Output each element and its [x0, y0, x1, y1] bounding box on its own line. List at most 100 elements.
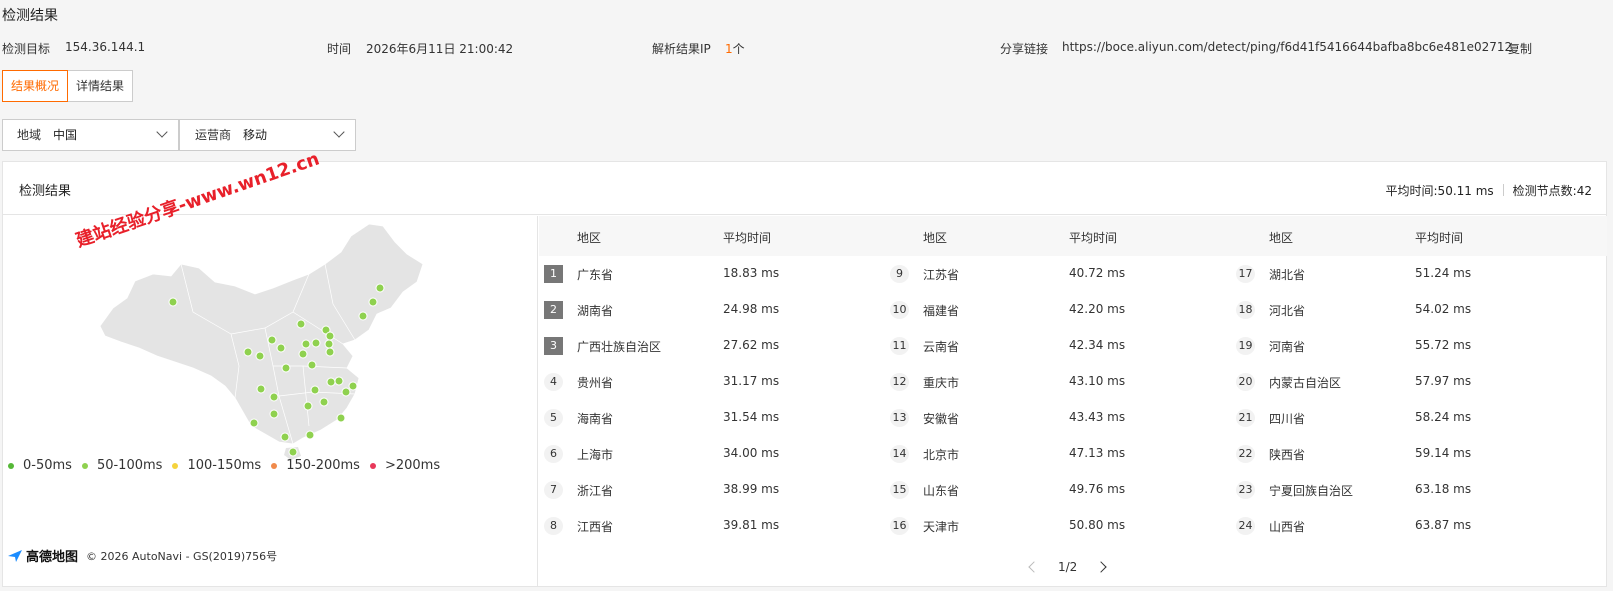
table-row: 2 湖南省 24.98 ms 10 福建省 42.20 ms 18 河北省 54.02 ms — [539, 292, 1607, 328]
china-map[interactable] — [3, 216, 538, 587]
region-name: 广西壮族自治区 — [577, 340, 662, 354]
legend-label: 100-150ms — [187, 458, 262, 473]
region-name: 海南省 — [577, 412, 614, 426]
region-name: 湖北省 — [1269, 268, 1306, 282]
legend-dot — [8, 462, 14, 469]
map-area[interactable] — [3, 216, 538, 587]
region-name: 北京市 — [923, 448, 960, 462]
ip-unit: 个 — [732, 42, 745, 56]
carrier-select-label: 运营商 — [195, 128, 232, 142]
region-name: 福建省 — [923, 304, 960, 318]
share-url: https://boce.aliyun.com/detect/ping/f6d4… — [1062, 40, 1513, 54]
rank-badge: 1 — [544, 265, 563, 283]
legend-item: 0-50ms — [8, 458, 72, 473]
rank-badge: 3 — [544, 337, 563, 355]
avg-time-value: 55.72 ms — [1415, 338, 1472, 352]
legend-label: 150-200ms — [286, 458, 360, 473]
region-name: 安徽省 — [923, 412, 960, 426]
rank-badge: 15 — [890, 481, 909, 499]
rank-badge: 7 — [544, 481, 563, 499]
tab-details[interactable]: 详情结果 — [68, 70, 134, 102]
rank-badge: 23 — [1236, 481, 1255, 499]
result-panel: 检测结果 平均时间:50.11 ms 检测节点数:42 地区 平均时间 地区 平… — [2, 161, 1607, 587]
map-copyright: © 2026 AutoNavi - GS(2019)756号 — [86, 549, 278, 563]
legend-item: 100-150ms — [172, 458, 261, 473]
table-row: 7 浙江省 38.99 ms 15 山东省 49.76 ms 23 宁夏回族自治区 63.18 … — [539, 472, 1607, 508]
table-body: 1 广东省 18.83 ms 9 江苏省 40.72 ms 17 湖北省 51.24 ms 2 湖南… — [539, 256, 1607, 544]
china-map-shape — [99, 223, 424, 445]
table-row: 8 江西省 39.81 ms 16 天津市 50.80 ms 24 山西省 63.87 ms — [539, 508, 1607, 544]
legend-dot — [271, 462, 278, 469]
prev-page-icon[interactable] — [1028, 561, 1040, 573]
region-name: 山西省 — [1269, 520, 1306, 534]
rank-badge: 6 — [544, 445, 563, 463]
pagination: 1/2 — [1028, 560, 1107, 574]
avg-time-value: 57.97 ms — [1415, 374, 1472, 388]
legend-dot — [172, 462, 179, 469]
rank-badge: 10 — [890, 301, 909, 319]
region-name: 陕西省 — [1269, 448, 1306, 462]
col-header-time: 平均时间 — [1069, 231, 1118, 245]
legend-label: 50-100ms — [96, 458, 163, 473]
region-name: 天津市 — [923, 520, 960, 534]
region-name: 浙江省 — [577, 484, 614, 498]
ip-result: 1个 — [725, 40, 745, 57]
ip-label: 解析结果IP — [652, 42, 711, 56]
result-tabs: 结果概况 详情结果 — [2, 70, 134, 102]
legend-label: 0-50ms — [23, 458, 72, 473]
target-value: 154.36.144.1 — [65, 40, 146, 54]
map-credit: 高德地图 © 2026 AutoNavi - GS(2019)756号 — [7, 546, 277, 565]
copy-button[interactable]: 复制 — [1508, 40, 1532, 57]
legend-item: 150-200ms — [271, 458, 360, 473]
avg-time-value: 49.76 ms — [1069, 482, 1126, 496]
avg-time-value: 43.10 ms — [1069, 374, 1126, 388]
info-row: 检测目标 154.36.144.1 时间 2026年6月11日 21:00:42… — [0, 40, 1613, 56]
map-legend: 0-50ms 50-100ms 100-150ms 150-200ms >200… — [8, 458, 440, 473]
region-name: 云南省 — [923, 340, 960, 354]
panel-stats: 平均时间:50.11 ms 检测节点数:42 — [1386, 182, 1592, 199]
avg-time-value: 43.43 ms — [1069, 410, 1126, 424]
avg-time-value: 31.54 ms — [723, 410, 780, 424]
legend-item: 50-100ms — [81, 458, 163, 473]
avg-time-value: 42.20 ms — [1069, 302, 1126, 316]
tab-overview[interactable]: 结果概况 — [2, 70, 69, 102]
result-table: 地区 平均时间 地区 平均时间 地区 平均时间 1 广东省 18.83 ms 9 江苏省… — [539, 216, 1607, 587]
avg-time-value: 27.62 ms — [723, 338, 780, 352]
carrier-select[interactable]: 运营商 移动 — [179, 119, 356, 151]
region-name: 贵州省 — [577, 376, 614, 390]
chevron-down-icon — [333, 126, 345, 138]
next-page-icon[interactable] — [1095, 561, 1107, 573]
rank-badge: 18 — [1236, 301, 1255, 319]
avg-time: 平均时间:50.11 ms — [1385, 184, 1494, 198]
rank-badge: 5 — [544, 409, 563, 427]
region-select[interactable]: 地域 中国 — [2, 119, 179, 151]
rank-badge: 8 — [544, 517, 563, 535]
region-name: 河北省 — [1269, 304, 1306, 318]
table-row: 6 上海市 34.00 ms 14 北京市 47.13 ms 22 陕西省 59.14 ms — [539, 436, 1607, 472]
col-header-time: 平均时间 — [723, 231, 772, 245]
region-name: 宁夏回族自治区 — [1269, 484, 1354, 498]
col-header-time: 平均时间 — [1415, 231, 1464, 245]
carrier-select-value: 移动 — [243, 128, 268, 142]
rank-badge: 4 — [544, 373, 563, 391]
rank-badge: 9 — [890, 265, 909, 283]
region-name: 上海市 — [577, 448, 614, 462]
region-name: 湖南省 — [577, 304, 614, 318]
avg-time-value: 47.13 ms — [1069, 446, 1126, 460]
legend-label: >200ms — [384, 458, 441, 473]
avg-time-value: 63.87 ms — [1415, 518, 1472, 532]
rank-badge: 20 — [1236, 373, 1255, 391]
avg-time-value: 50.80 ms — [1069, 518, 1126, 532]
table-row: 5 海南省 31.54 ms 13 安徽省 43.43 ms 21 四川省 58.24 ms — [539, 400, 1607, 436]
legend-dot — [81, 462, 88, 469]
avg-time-value: 38.99 ms — [723, 482, 780, 496]
col-header-region: 地区 — [923, 231, 948, 245]
node-count: 检测节点数:42 — [1512, 184, 1592, 198]
ip-count[interactable]: 1 — [725, 42, 733, 56]
divider — [1502, 184, 1504, 196]
table-header: 地区 平均时间 地区 平均时间 地区 平均时间 — [539, 216, 1607, 256]
region-name: 四川省 — [1269, 412, 1306, 426]
region-name: 重庆市 — [923, 376, 960, 390]
rank-badge: 17 — [1236, 265, 1255, 283]
rank-badge: 16 — [890, 517, 909, 535]
